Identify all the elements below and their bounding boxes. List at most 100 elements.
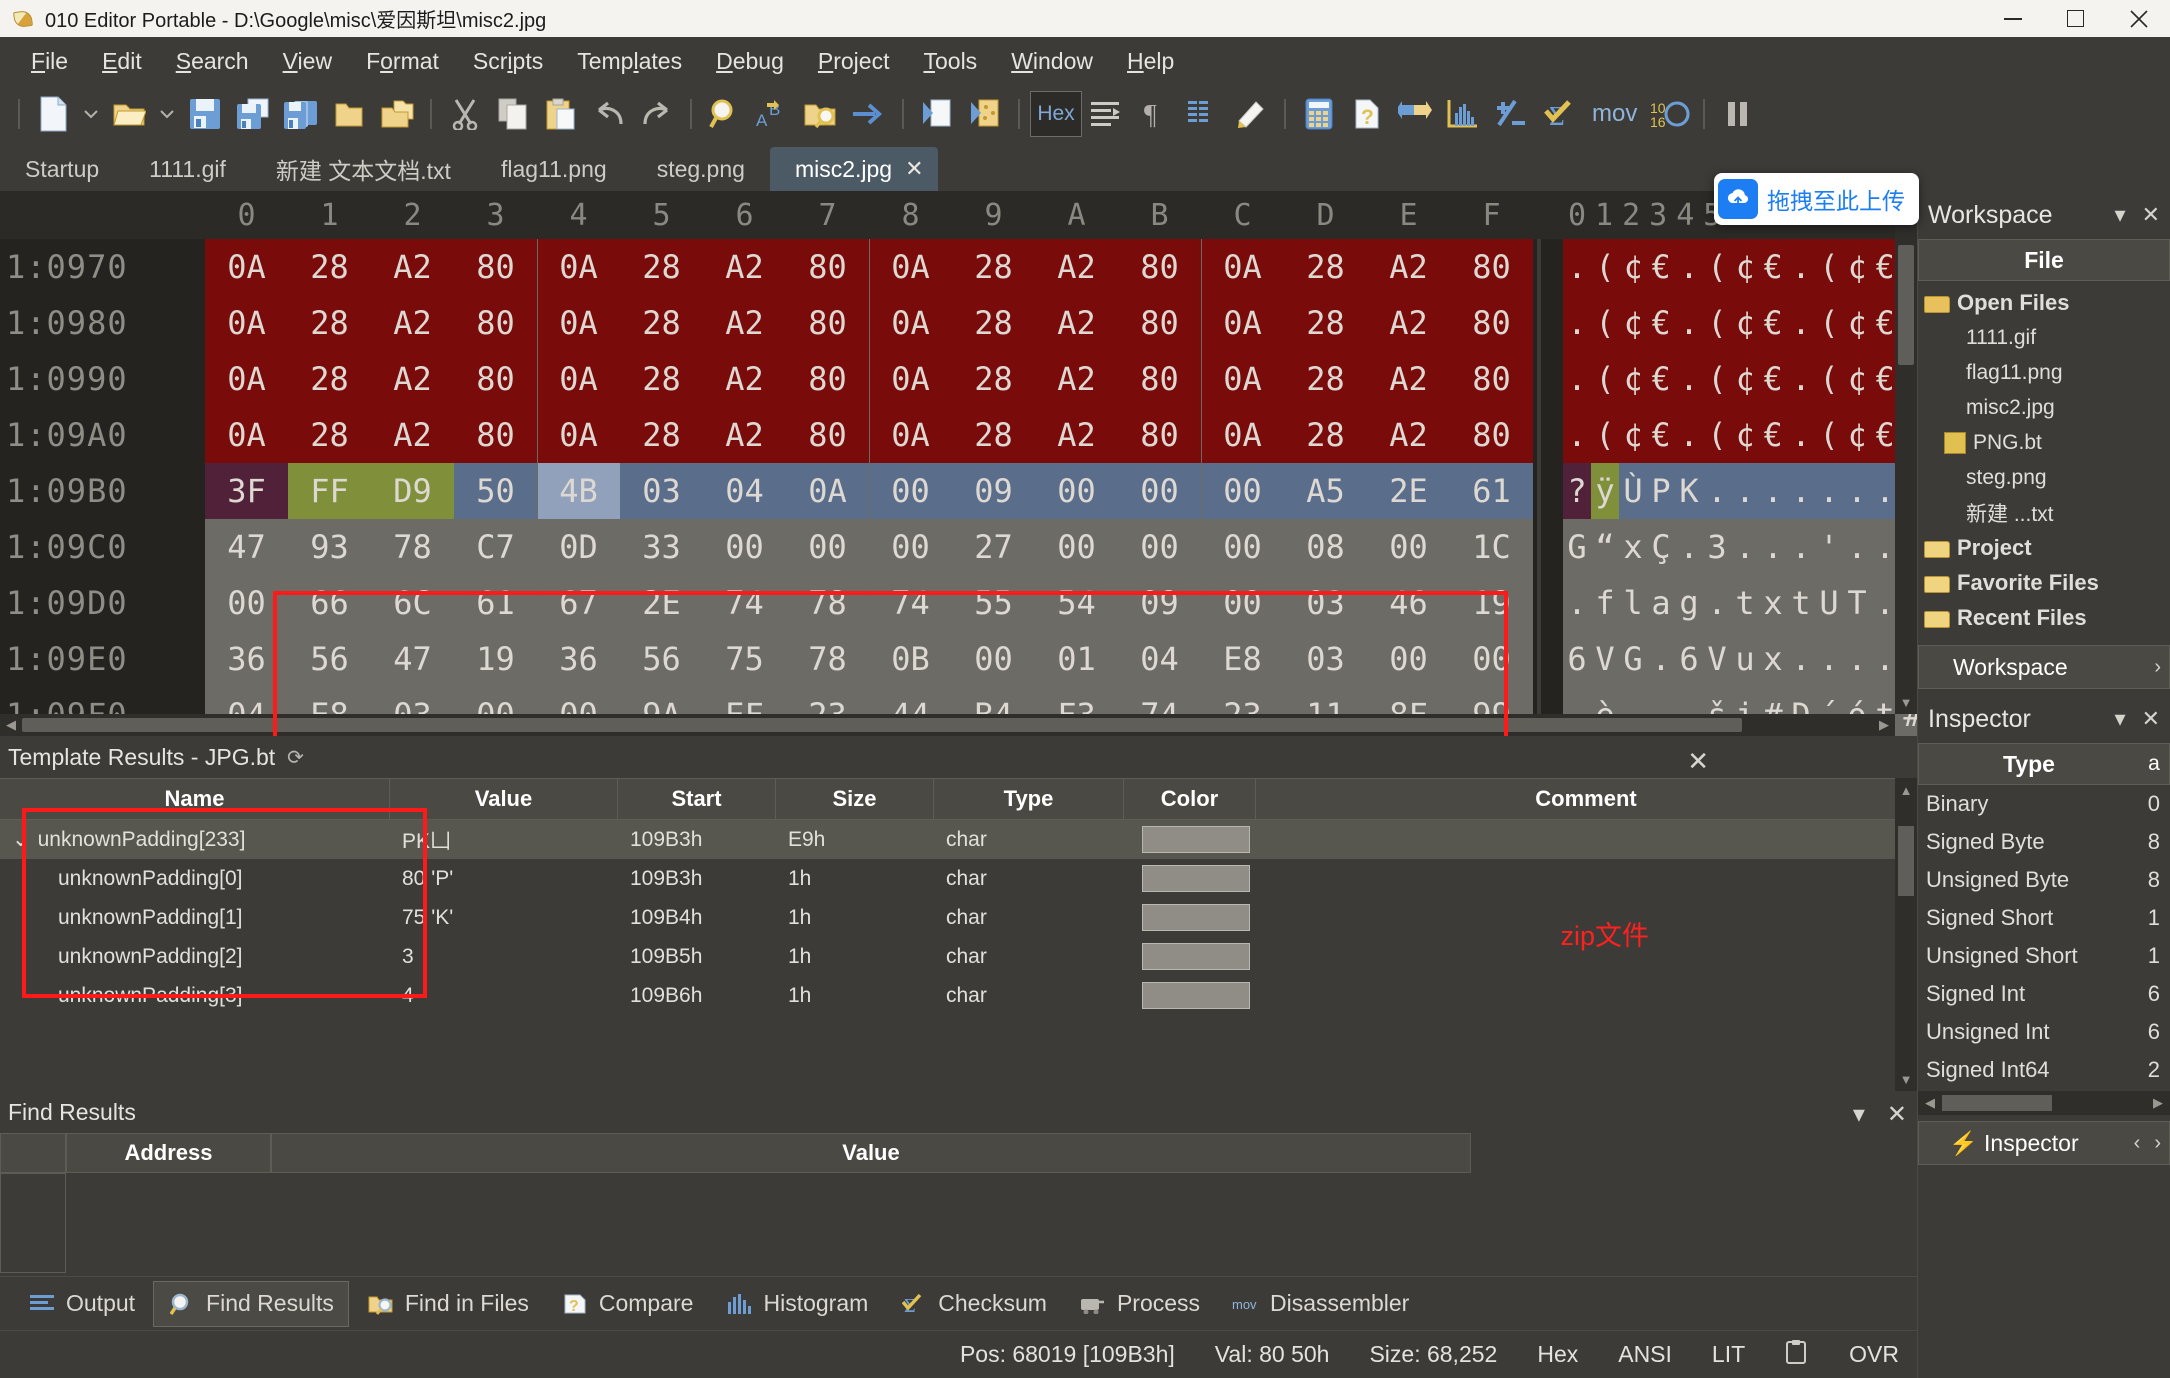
template-results-close-icon[interactable]: ✕ xyxy=(1687,746,1709,777)
ascii-char[interactable]: . xyxy=(1703,575,1731,631)
hex-rows[interactable]: 1:0970 0A 28 A2 80 0A 28 A2 80 0A 28 A2 80 0A 28 A2 80.(… xyxy=(0,239,1917,736)
menu-project[interactable]: Project xyxy=(801,44,907,79)
hex-row[interactable]: 1:09B0 3F FF D9 50 4B 03 04 0A 00 09 00 00 00 A5 2E 61? ÿ… xyxy=(0,463,1917,519)
status-hex-mode[interactable]: Hex xyxy=(1537,1341,1578,1368)
goto-icon[interactable] xyxy=(846,91,892,137)
tr-scroll-down-arrow[interactable]: ▼ xyxy=(1895,1067,1917,1091)
workspace-tree[interactable]: Open Files 1111.gif flag11.png misc2.jpg… xyxy=(1918,281,2170,639)
workspace-file-png-bt[interactable]: PNG.bt xyxy=(1918,425,2170,460)
ascii-char[interactable]: ( xyxy=(1815,239,1843,295)
cell-name[interactable]: unknownPadding[1] xyxy=(0,898,390,937)
ascii-char[interactable]: t xyxy=(1731,575,1759,631)
hex-byte[interactable]: 0A xyxy=(205,239,288,295)
ascii-char[interactable]: l xyxy=(1619,575,1647,631)
ascii-char[interactable]: ( xyxy=(1815,295,1843,351)
hex-byte[interactable]: 33 xyxy=(620,519,703,575)
table-row[interactable]: unknownPadding[0] 80 'P' 109B3h 1h char xyxy=(0,859,1917,898)
hex-byte[interactable]: 0A xyxy=(537,407,620,463)
hex-byte[interactable]: 0A xyxy=(786,463,869,519)
status-endianness[interactable]: LIT xyxy=(1712,1341,1745,1368)
ascii-char[interactable]: . xyxy=(1647,631,1675,687)
hex-byte[interactable]: 80 xyxy=(1118,295,1201,351)
hex-byte[interactable]: 28 xyxy=(952,295,1035,351)
ascii-char[interactable]: ¢ xyxy=(1843,351,1871,407)
open-folder-dropdown-icon[interactable] xyxy=(154,91,180,137)
hex-byte[interactable]: 2E xyxy=(620,575,703,631)
ascii-char[interactable]: . xyxy=(1675,351,1703,407)
hex-editor[interactable]: 0 1 2 3 4 5 6 7 8 9 A B C D E F 012345 1… xyxy=(0,191,1917,736)
hex-scroll-right-arrow[interactable]: ▶ xyxy=(1873,717,1895,733)
hex-byte[interactable]: 04 xyxy=(1118,631,1201,687)
ascii-char[interactable]: Ç xyxy=(1647,519,1675,575)
hex-byte[interactable]: 47 xyxy=(371,631,454,687)
bottom-tab-disassembler[interactable]: mov Disassembler xyxy=(1218,1281,1423,1327)
inspector-scroll-left-arrow[interactable]: ◀ xyxy=(1918,1091,1942,1115)
inspector-nav-prev-icon[interactable]: ‹ xyxy=(2134,1132,2141,1155)
hex-byte[interactable]: 4B xyxy=(537,463,620,519)
workspace-file-steg-png[interactable]: steg.png xyxy=(1918,460,2170,495)
ascii-char[interactable]: G xyxy=(1563,519,1591,575)
workspace-file-flag11-png[interactable]: flag11.png xyxy=(1918,355,2170,390)
ascii-char[interactable]: . xyxy=(1731,519,1759,575)
hex-byte[interactable]: 80 xyxy=(786,239,869,295)
checkmark-sum-icon[interactable]: Σ xyxy=(1536,91,1582,137)
hex-byte[interactable]: 28 xyxy=(288,351,371,407)
hex-byte[interactable]: 00 xyxy=(1367,519,1450,575)
hex-byte[interactable]: 28 xyxy=(952,351,1035,407)
col-header-size[interactable]: Size xyxy=(776,778,934,820)
color-swatch[interactable] xyxy=(1142,826,1250,853)
hex-byte[interactable]: 00 xyxy=(1118,519,1201,575)
hex-byte[interactable]: 0A xyxy=(1201,239,1284,295)
ascii-char[interactable]: . xyxy=(1563,351,1591,407)
hex-byte[interactable]: A2 xyxy=(703,239,786,295)
hex-row-bytes[interactable]: 0A 28 A2 80 0A 28 A2 80 0A 28 A2 80 0A 28 A2 80 xyxy=(205,295,1533,351)
ascii-char[interactable]: ' xyxy=(1815,519,1843,575)
tab-new-text-document[interactable]: 新建 文本文档.txt xyxy=(251,147,476,191)
workspace-tab[interactable]: Workspace › xyxy=(1918,645,2170,689)
hex-byte[interactable]: 80 xyxy=(1450,239,1533,295)
ascii-char[interactable]: . xyxy=(1787,519,1815,575)
ascii-char[interactable]: ( xyxy=(1703,239,1731,295)
color-swatch[interactable] xyxy=(1142,904,1250,931)
hex-byte[interactable]: 27 xyxy=(952,519,1035,575)
ascii-char[interactable]: ( xyxy=(1591,295,1619,351)
hex-byte[interactable]: 09 xyxy=(1118,575,1201,631)
hex-row-bytes[interactable]: 0A 28 A2 80 0A 28 A2 80 0A 28 A2 80 0A 28 A2 80 xyxy=(205,351,1533,407)
bottom-tab-compare[interactable]: ? Compare xyxy=(547,1281,708,1327)
status-encoding[interactable]: ANSI xyxy=(1618,1341,1672,1368)
hex-row[interactable]: 1:09A0 0A 28 A2 80 0A 28 A2 80 0A 28 A2 80 0A 28 A2 80.(… xyxy=(0,407,1917,463)
hex-byte[interactable]: FF xyxy=(288,463,371,519)
hex-byte[interactable]: 28 xyxy=(1284,295,1367,351)
menu-view[interactable]: View xyxy=(266,44,349,79)
menu-file[interactable]: File xyxy=(14,44,85,79)
tab-startup[interactable]: Startup xyxy=(0,147,124,191)
hex-byte[interactable]: 0A xyxy=(1201,295,1284,351)
tr-scroll-thumb[interactable] xyxy=(1898,826,1914,896)
inspector-row[interactable]: Binary 0 xyxy=(1918,785,2170,823)
ascii-char[interactable]: ? xyxy=(1563,463,1591,519)
hex-byte[interactable]: A2 xyxy=(1035,407,1118,463)
workspace-group-open-files[interactable]: Open Files xyxy=(1918,285,2170,320)
workspace-file-new-txt[interactable]: 新建 ...txt xyxy=(1918,495,2170,530)
hex-byte[interactable]: 50 xyxy=(454,463,537,519)
menu-help[interactable]: Help xyxy=(1110,44,1191,79)
ascii-char[interactable]: x xyxy=(1759,631,1787,687)
ascii-char[interactable]: . xyxy=(1843,519,1871,575)
hex-byte[interactable]: 28 xyxy=(952,407,1035,463)
hex-byte[interactable]: 80 xyxy=(1450,351,1533,407)
hex-byte[interactable]: 80 xyxy=(786,407,869,463)
hex-byte[interactable]: 75 xyxy=(703,631,786,687)
hex-byte[interactable]: 36 xyxy=(537,631,620,687)
cell-name[interactable]: unknownPadding[3] xyxy=(0,976,390,1015)
ascii-char[interactable]: € xyxy=(1759,407,1787,463)
ascii-char[interactable]: P xyxy=(1647,463,1675,519)
hex-horizontal-scrollbar[interactable]: ◀ ▶ xyxy=(0,714,1895,736)
ascii-char[interactable]: . xyxy=(1787,463,1815,519)
table-row[interactable]: unknownPadding[3] 4 109B6h 1h char xyxy=(0,976,1917,1015)
hex-byte[interactable]: 6C xyxy=(371,575,454,631)
hex-byte[interactable]: A2 xyxy=(1367,295,1450,351)
ascii-char[interactable]: . xyxy=(1563,295,1591,351)
compare-icon[interactable] xyxy=(1392,91,1438,137)
workspace-group-favorite-files[interactable]: Favorite Files xyxy=(1918,565,2170,600)
tab-close-icon[interactable]: ✕ xyxy=(905,156,923,182)
